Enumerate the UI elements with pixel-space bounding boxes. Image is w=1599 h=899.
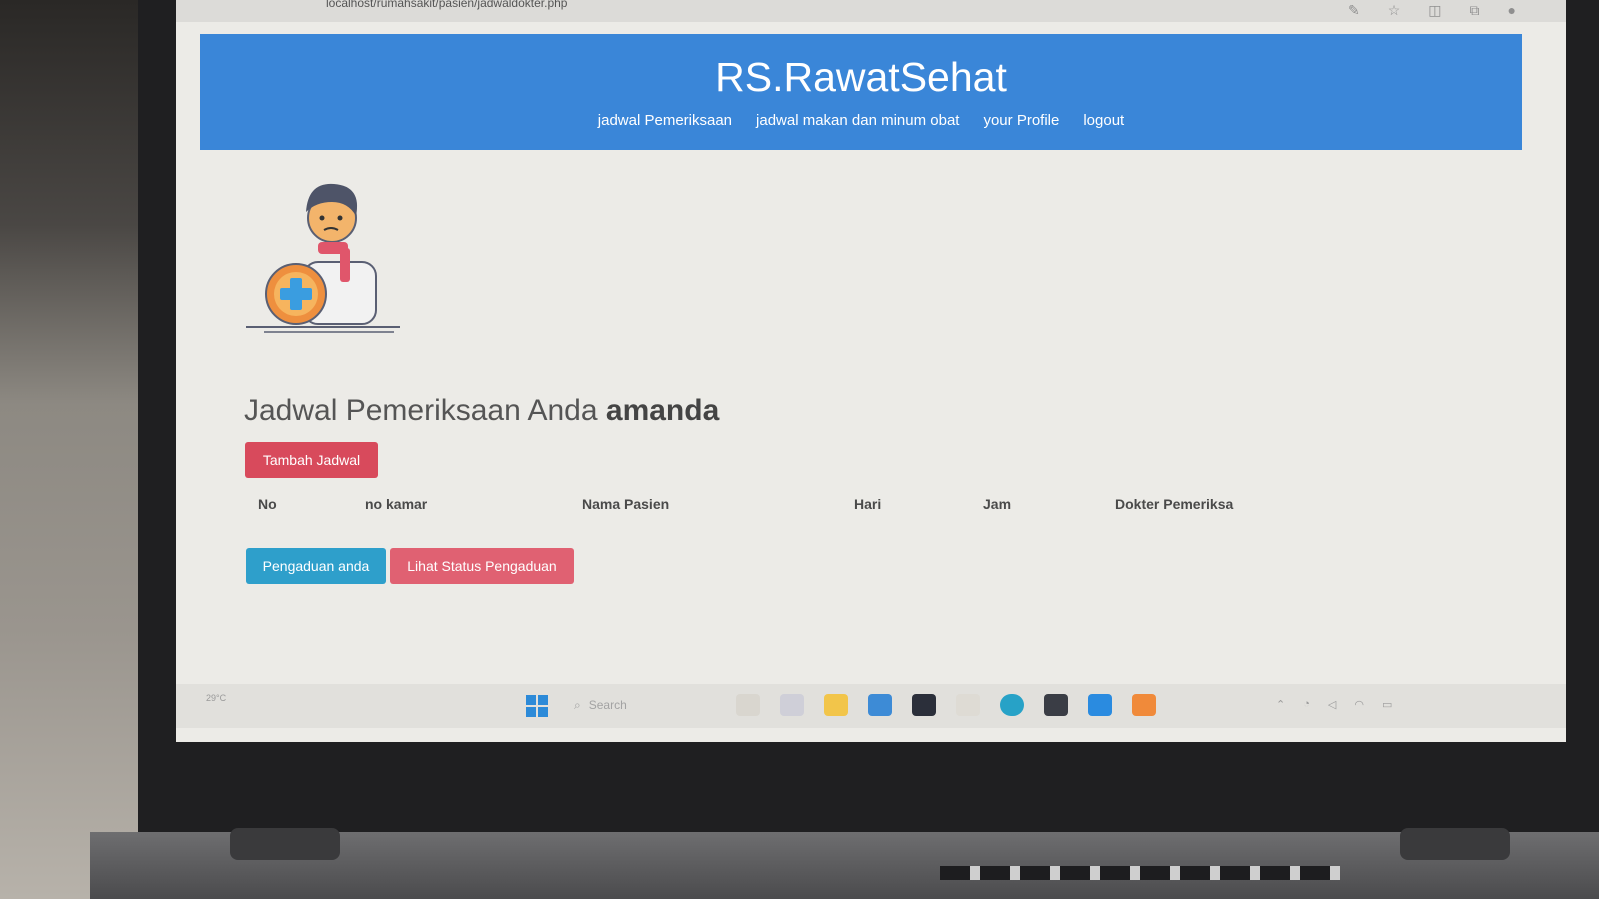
site-header: RS.RawatSehat jadwal Pemeriksaan jadwal … xyxy=(200,34,1522,150)
table-header-no-kamar: no kamar xyxy=(365,496,428,512)
edge-icon[interactable] xyxy=(1000,694,1024,716)
tambah-jadwal-button[interactable]: Tambah Jadwal xyxy=(245,442,378,478)
windows-start-icon[interactable] xyxy=(526,695,548,717)
laptop-hinge-right xyxy=(1400,828,1510,860)
chevron-up-icon[interactable]: ⌃ xyxy=(1276,698,1285,711)
explorer-icon[interactable] xyxy=(736,694,760,716)
laptop-screen: localhost/rumahsakit/pasien/jadwaldokter… xyxy=(176,0,1566,742)
profile-icon[interactable]: ● xyxy=(1508,2,1516,19)
table-header-nama-pasien: Nama Pasien xyxy=(582,496,670,512)
terminal-icon[interactable] xyxy=(1044,694,1068,716)
table-header-jam: Jam xyxy=(983,496,1012,512)
search-placeholder: Search xyxy=(588,698,627,712)
patient-username: amanda xyxy=(605,394,720,427)
table-header-hari: Hari xyxy=(854,496,882,512)
location-icon[interactable]: ◁ xyxy=(1328,698,1336,711)
store-icon[interactable] xyxy=(868,694,892,716)
folder-icon[interactable] xyxy=(824,694,848,716)
taskbar-apps xyxy=(736,694,1156,716)
nav-jadwal-pemeriksaan[interactable]: jadwal Pemeriksaan xyxy=(598,112,732,129)
network-icon[interactable]: ◔ xyxy=(1303,698,1310,711)
battery-icon[interactable]: ▭ xyxy=(1382,698,1392,711)
system-tray: ⌃ ◔ ◁ ◠ ▭ xyxy=(1276,698,1392,711)
laptop-vent xyxy=(940,866,1340,880)
read-aloud-icon[interactable]: ✎ xyxy=(1348,2,1360,19)
page-heading: Jadwal Pemeriksaan Anda amanda xyxy=(244,394,719,428)
nav-jadwal-makan-obat[interactable]: jadwal makan dan minum obat xyxy=(756,112,959,129)
search-icon: ⌕ xyxy=(574,697,581,712)
weather-temp: 29°C xyxy=(206,693,227,703)
collections-icon[interactable]: ⧉ xyxy=(1470,2,1480,19)
table-header-dokter-pemeriksa: Dokter Pemeriksa xyxy=(1115,496,1234,512)
favorites-icon[interactable]: ☆ xyxy=(1388,2,1401,19)
weather-widget[interactable]: 29°C xyxy=(206,692,226,704)
nav-your-profile[interactable]: your Profile xyxy=(983,112,1059,129)
address-bar[interactable]: localhost/rumahsakit/pasien/jadwaldokter… xyxy=(326,0,906,12)
vscode-icon[interactable] xyxy=(1088,694,1112,716)
site-title: RS.RawatSehat xyxy=(715,54,1007,100)
table-header-no: No xyxy=(258,496,277,512)
wifi-icon[interactable]: ◠ xyxy=(1354,698,1364,711)
windows-taskbar: 29°C ⌕ Search ⌃ ◔ ◁ ◠ ▭ xyxy=(176,684,1566,728)
browser-toolbar: localhost/rumahsakit/pasien/jadwaldokter… xyxy=(176,0,1566,22)
split-screen-icon[interactable]: ◫ xyxy=(1428,2,1441,19)
dropbox-icon[interactable] xyxy=(912,694,936,716)
browser-icons: ✎ ☆ ◫ ⧉ ● xyxy=(1348,2,1516,19)
taskbar-search[interactable]: ⌕ Search xyxy=(574,694,694,716)
pengaduan-button[interactable]: Pengaduan anda xyxy=(246,548,386,584)
patient-avatar xyxy=(246,183,400,333)
sublime-icon[interactable] xyxy=(1132,694,1156,716)
page-heading-text: Jadwal Pemeriksaan Anda xyxy=(244,394,598,427)
desk-background xyxy=(0,0,150,899)
lihat-status-pengaduan-button[interactable]: Lihat Status Pengaduan xyxy=(390,548,574,584)
laptop-hinge-left xyxy=(230,828,340,860)
app-icon[interactable] xyxy=(956,694,980,716)
nav-logout[interactable]: logout xyxy=(1083,112,1124,129)
chat-icon[interactable] xyxy=(780,694,804,716)
main-nav: jadwal Pemeriksaan jadwal makan dan minu… xyxy=(200,112,1522,129)
